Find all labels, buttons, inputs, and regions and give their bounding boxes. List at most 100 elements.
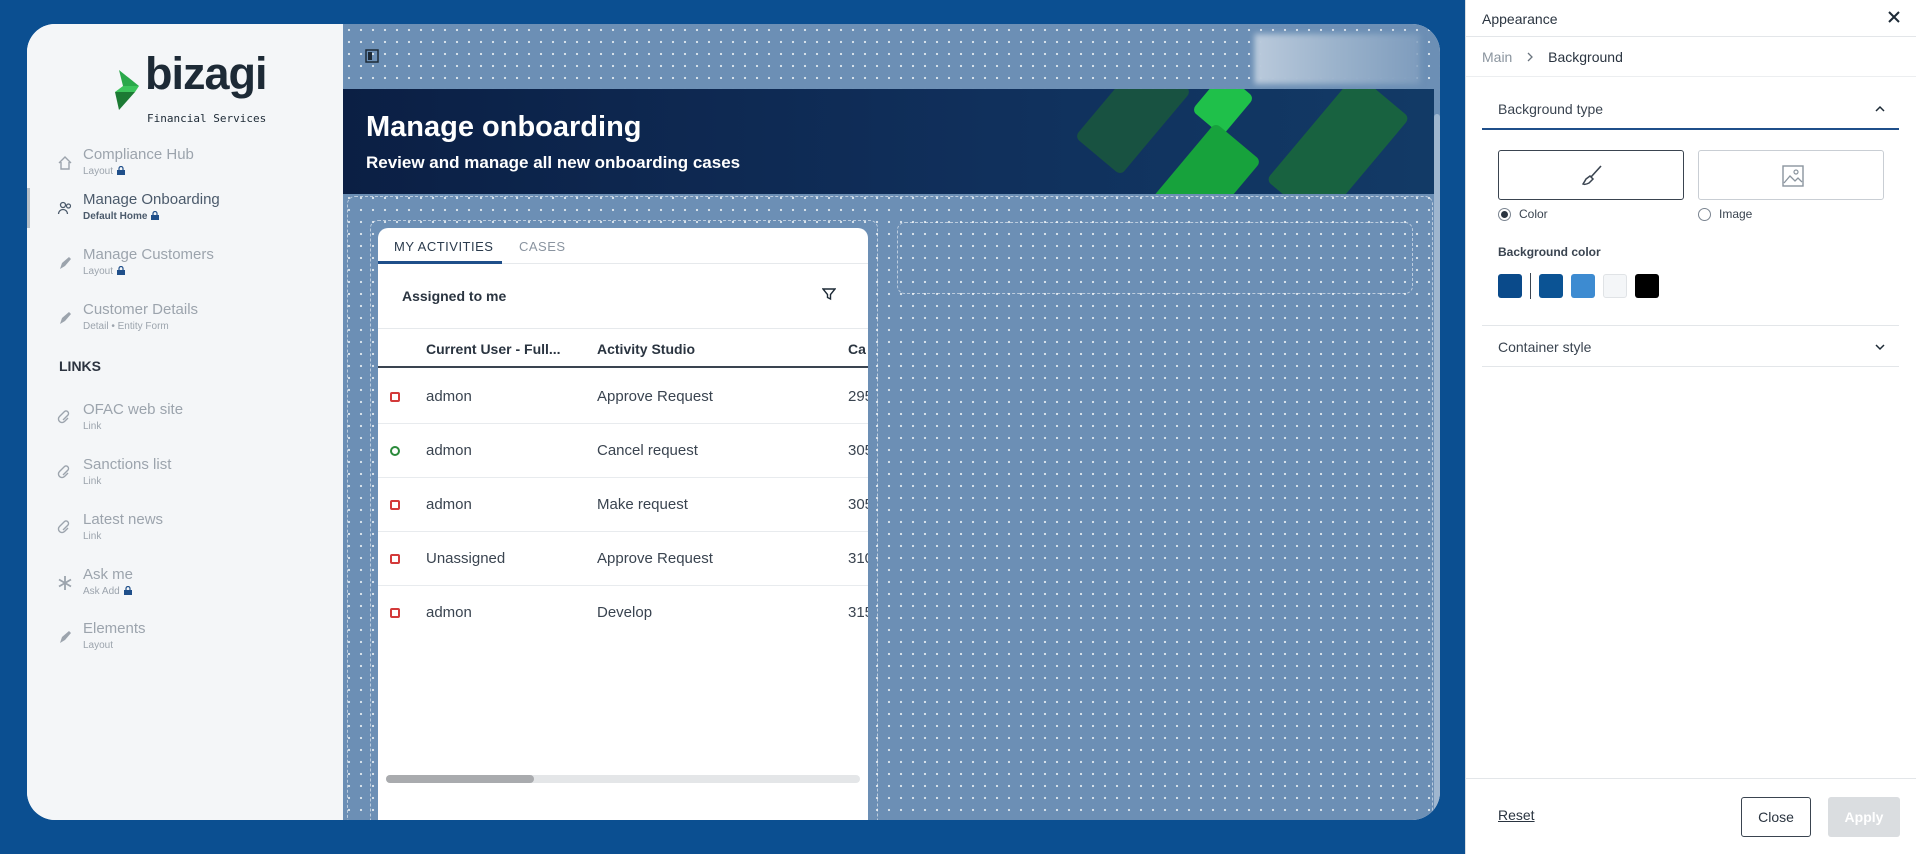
- sidebar-item-sublabel: Detail • Entity Form: [83, 321, 169, 332]
- sidebar-item-label: Manage Onboarding: [83, 191, 220, 208]
- table-row[interactable]: Unassigned Approve Request 310: [378, 532, 868, 586]
- pen-icon: [60, 312, 71, 324]
- column-header-activity[interactable]: Activity Studio: [597, 341, 695, 357]
- cell-activity: Cancel request: [597, 442, 698, 459]
- cell-activity: Approve Request: [597, 388, 713, 405]
- breadcrumb-background: Background: [1548, 49, 1623, 65]
- column-header-case[interactable]: Ca: [848, 341, 866, 357]
- empty-container-outline[interactable]: [897, 222, 1413, 294]
- table-row[interactable]: admon Approve Request 295: [378, 370, 868, 424]
- cell-case: 315: [848, 604, 868, 621]
- radio-image-button[interactable]: [1698, 208, 1711, 221]
- radio-color[interactable]: Color: [1498, 207, 1548, 221]
- brush-icon: [1581, 165, 1602, 186]
- status-overdue-icon: [390, 554, 400, 564]
- swatch-divider: [1530, 273, 1531, 299]
- sidebar-link-sublabel: Link: [83, 421, 102, 432]
- sidebar-link-sublabel: Ask Add: [83, 586, 132, 597]
- cell-user: admon: [426, 604, 472, 621]
- tab-my-activities[interactable]: MY ACTIVITIES: [394, 239, 493, 254]
- background-color-label: Background color: [1498, 245, 1601, 259]
- table-row[interactable]: admon Make request 305: [378, 478, 868, 532]
- sidebar-item-manage-customers[interactable]: Manage Customers Layout: [27, 241, 343, 285]
- sidebar-link-sublabel: Link: [83, 476, 102, 487]
- sidebar-item-compliance-hub[interactable]: Compliance Hub Layout: [27, 141, 343, 185]
- sidebar-link-label: Latest news: [83, 511, 164, 528]
- radio-color-button[interactable]: [1498, 208, 1511, 221]
- filter-icon[interactable]: [822, 287, 836, 301]
- link-icon: [57, 520, 70, 534]
- sidebar-link-ask-me[interactable]: Ask me Ask Add: [27, 561, 343, 605]
- sidebar-item-customer-details[interactable]: Customer Details Detail • Entity Form: [27, 296, 343, 340]
- cell-case: 310: [848, 550, 868, 567]
- sidebar-link-label: Elements: [83, 620, 146, 637]
- background-type-color-card[interactable]: [1498, 150, 1684, 200]
- collapse-sidebar-icon[interactable]: [365, 49, 379, 63]
- banner-decoration: [1144, 122, 1262, 194]
- logo-tagline: Financial Services: [147, 112, 267, 125]
- sidebar: bizagi Financial Services Compliance Hub…: [27, 24, 343, 820]
- sidebar-link-label: Ask me: [83, 566, 134, 583]
- bizagi-logo: bizagi Financial Services: [115, 48, 285, 125]
- horizontal-scrollbar[interactable]: [386, 775, 860, 783]
- breadcrumb-main[interactable]: Main: [1482, 49, 1512, 65]
- tab-cases[interactable]: CASES: [519, 239, 566, 254]
- sidebar-link-label: Sanctions list: [83, 456, 172, 473]
- panel-header: Appearance: [1466, 0, 1916, 37]
- lock-icon: [117, 266, 126, 275]
- sidebar-item-sublabel: Layout: [83, 266, 126, 277]
- sidebar-item-label: Customer Details: [83, 301, 199, 318]
- close-button[interactable]: Close: [1741, 797, 1811, 837]
- page-banner: Manage onboarding Review and manage all …: [343, 89, 1434, 194]
- divider: [1466, 76, 1916, 77]
- color-swatch-light[interactable]: [1603, 274, 1627, 298]
- banner-decoration: [1266, 89, 1410, 194]
- section-container-style[interactable]: Container style: [1482, 325, 1899, 367]
- sidebar-link-elements[interactable]: Elements Layout: [27, 615, 343, 659]
- color-swatch-current[interactable]: [1498, 274, 1522, 298]
- sidebar-link-ofac[interactable]: OFAC web site Link: [27, 396, 343, 440]
- horizontal-scrollbar-thumb[interactable]: [386, 775, 534, 783]
- color-swatch-navy[interactable]: [1539, 274, 1563, 298]
- chevron-down-icon: [1875, 344, 1885, 351]
- main-content-area[interactable]: Manage onboarding Review and manage all …: [343, 24, 1440, 820]
- section-background-type[interactable]: Background type: [1482, 88, 1899, 130]
- people-icon: [57, 201, 72, 215]
- lock-icon: [151, 211, 160, 220]
- cell-activity: Approve Request: [597, 550, 713, 567]
- image-icon: [1782, 165, 1804, 187]
- assigned-to-me-label: Assigned to me: [402, 288, 507, 304]
- sidebar-link-sublabel: Layout: [83, 640, 114, 651]
- cell-case: 305: [848, 442, 868, 459]
- sidebar-item-manage-onboarding[interactable]: Manage Onboarding Default Home: [27, 186, 343, 230]
- link-icon: [57, 465, 70, 479]
- vertical-scrollbar[interactable]: [1434, 114, 1440, 820]
- close-icon[interactable]: [1886, 9, 1902, 25]
- pen-icon: [60, 631, 71, 643]
- user-profile-area[interactable]: [1255, 34, 1420, 84]
- table-row[interactable]: admon Develop 315: [378, 586, 868, 640]
- sidebar-item-label: Compliance Hub: [83, 146, 194, 163]
- color-swatch-blue[interactable]: [1571, 274, 1595, 298]
- status-on-time-icon: [390, 446, 400, 456]
- radio-image[interactable]: Image: [1698, 207, 1752, 221]
- radio-image-label: Image: [1719, 207, 1753, 221]
- reset-link[interactable]: Reset: [1498, 807, 1535, 823]
- cell-activity: Develop: [597, 604, 653, 621]
- table-row[interactable]: admon Cancel request 305: [378, 424, 868, 478]
- status-overdue-icon: [390, 392, 400, 402]
- sidebar-link-sanctions[interactable]: Sanctions list Link: [27, 451, 343, 495]
- activities-card: MY ACTIVITIES CASES Assigned to me Curre…: [378, 228, 868, 820]
- color-swatch-black[interactable]: [1635, 274, 1659, 298]
- breadcrumb: Main Background: [1482, 49, 1623, 65]
- banner-decoration: [1074, 89, 1192, 176]
- appearance-panel: Appearance Main Background Background ty…: [1465, 0, 1916, 854]
- sidebar-link-sublabel: Link: [83, 531, 102, 542]
- column-header-user[interactable]: Current User - Full...: [426, 341, 561, 357]
- background-type-image-card[interactable]: [1698, 150, 1884, 200]
- activities-tabs: MY ACTIVITIES CASES: [378, 228, 868, 264]
- apply-button[interactable]: Apply: [1828, 797, 1900, 837]
- panel-title: Appearance: [1482, 11, 1558, 27]
- sidebar-link-latest-news[interactable]: Latest news Link: [27, 506, 343, 550]
- cell-activity: Make request: [597, 496, 688, 513]
